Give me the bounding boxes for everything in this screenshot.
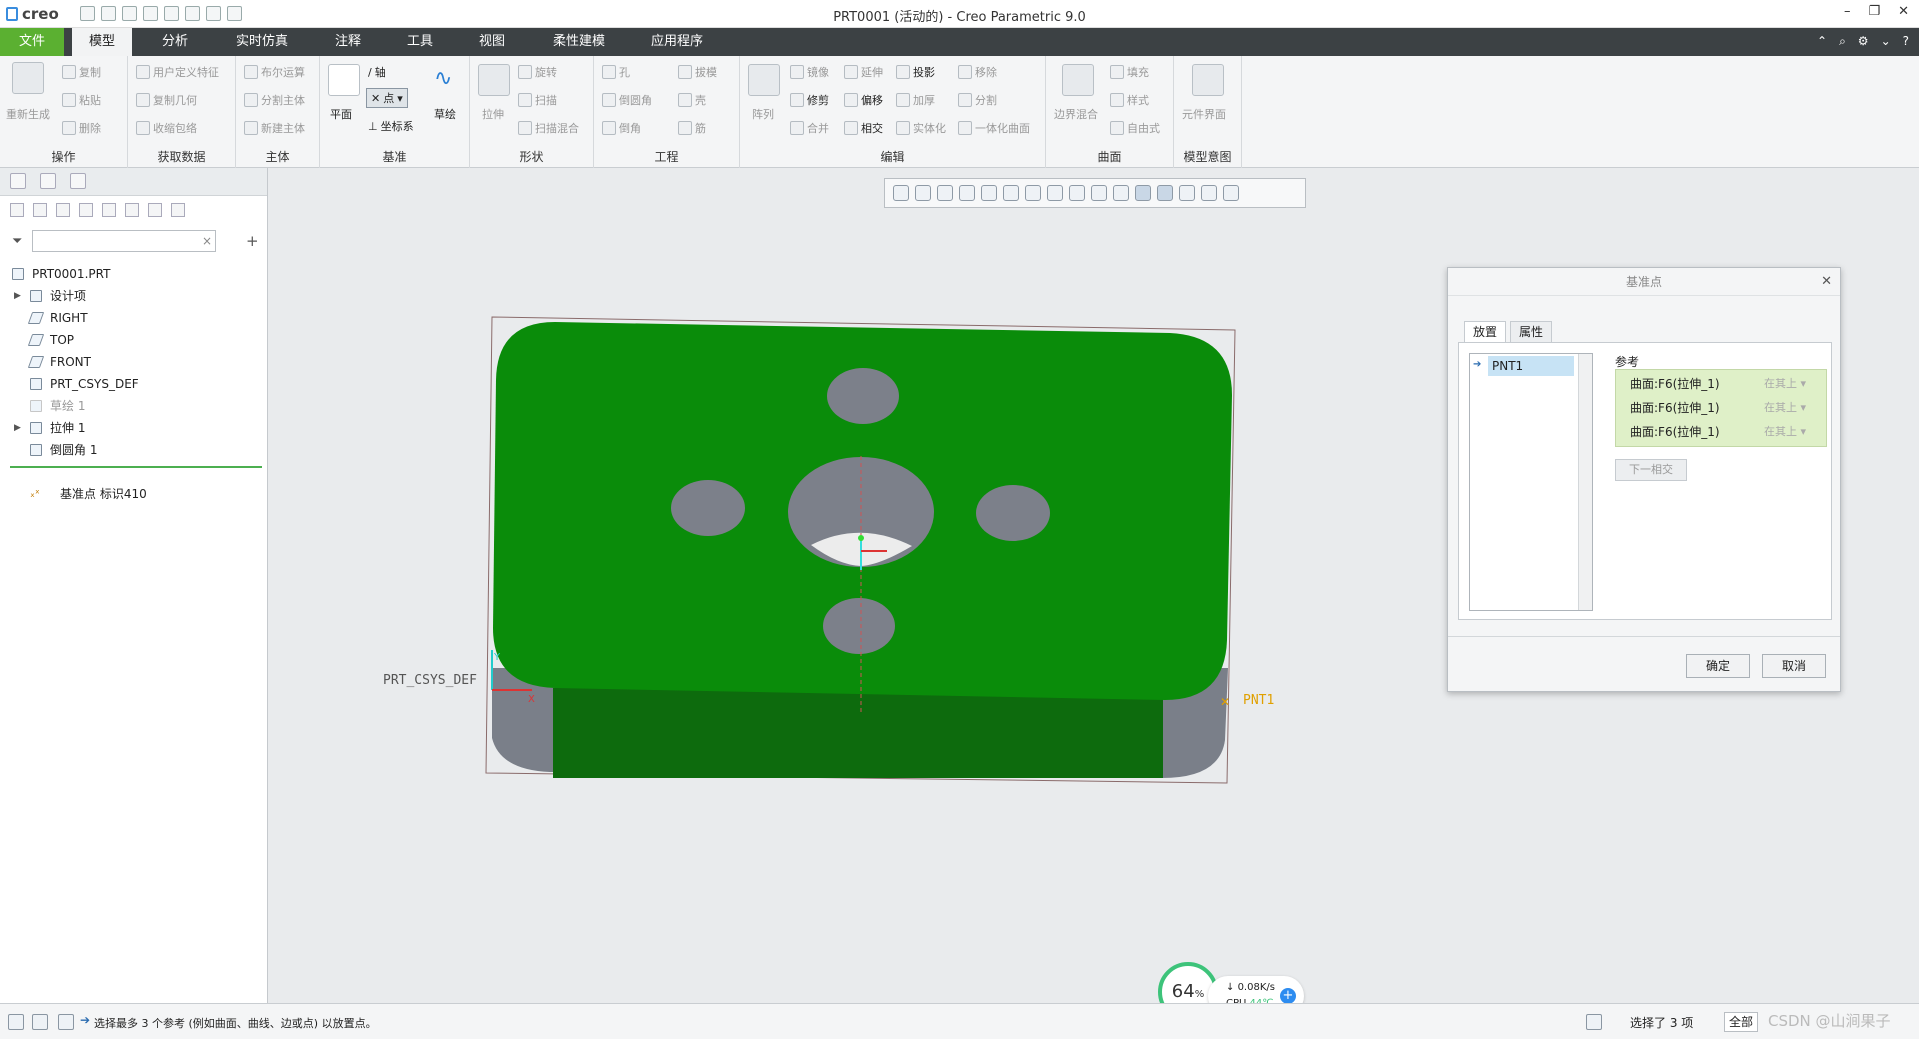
plus-icon[interactable]: + — [1280, 988, 1296, 1004]
watermark: CSDN @山涧果子 — [1768, 1012, 1891, 1030]
part-front-face — [553, 688, 1163, 778]
close-icon[interactable]: ✕ — [1821, 274, 1832, 289]
datum-point-marker: ✕ — [1220, 695, 1230, 709]
status-message: 选择最多 3 个参考 (例如曲面、曲线、边或点) 以放置点。 — [94, 1017, 377, 1030]
scrollbar[interactable] — [1578, 354, 1592, 610]
ok-button[interactable]: 确定 — [1686, 654, 1750, 678]
reference-row[interactable]: 曲面:F6(拉伸_1) 在其上 ▾ — [1630, 374, 1820, 394]
hole-left — [671, 480, 745, 536]
status-bar: ➔ 选择最多 3 个参考 (例如曲面、曲线、边或点) 以放置点。 选择了 3 项… — [0, 1003, 1919, 1039]
references-collector[interactable]: 曲面:F6(拉伸_1) 在其上 ▾ 曲面:F6(拉伸_1) 在其上 ▾ 曲面:F6(… — [1615, 369, 1827, 447]
references-label: 参考 — [1615, 355, 1640, 369]
point-collector[interactable]: ➔ PNT1 — [1469, 353, 1593, 611]
fullscreen-icon[interactable] — [58, 1014, 74, 1030]
selection-filter-dropdown[interactable]: 全部 — [1724, 1012, 1759, 1032]
csys-label: PRT_CSYS_DEF — [383, 673, 477, 688]
constraint-dropdown[interactable]: 在其上 ▾ — [1764, 398, 1806, 418]
placement-panel: ➔ PNT1 参考 曲面:F6(拉伸_1) 在其上 ▾ 曲面:F6(拉伸_1) 在其… — [1458, 342, 1832, 620]
binoculars-icon[interactable] — [1586, 1014, 1602, 1030]
point-handle — [858, 535, 864, 541]
dialog-title: 基准点 — [1448, 268, 1840, 296]
show-navigator-icon[interactable] — [8, 1014, 24, 1030]
show-browser-icon[interactable] — [32, 1014, 48, 1030]
datum-point-dialog: 基准点 ✕ 放置 属性 ➔ PNT1 参考 曲面:F6(拉伸_1) 在其上 ▾ 曲… — [1447, 267, 1841, 692]
reference-row[interactable]: 曲面:F6(拉伸_1) 在其上 ▾ — [1630, 398, 1820, 418]
tab-placement[interactable]: 放置 — [1464, 321, 1507, 343]
reference-row[interactable]: 曲面:F6(拉伸_1) 在其上 ▾ — [1630, 422, 1820, 442]
arrow-right-icon: ➔ — [80, 1013, 91, 1027]
constraint-dropdown[interactable]: 在其上 ▾ — [1764, 374, 1806, 394]
selected-count[interactable]: 选择了 3 项 — [1630, 1014, 1693, 1031]
collector-item-pnt1[interactable]: PNT1 — [1488, 356, 1574, 376]
csys-x-label: X — [528, 694, 535, 705]
net-speed: ↓ 0.08K/s — [1226, 982, 1275, 993]
next-intersection-button[interactable]: 下一相交 — [1615, 459, 1687, 481]
dialog-divider — [1448, 636, 1840, 637]
arrow-down-icon: ↓ — [1226, 982, 1238, 993]
arrow-right-icon: ➔ — [1473, 359, 1482, 370]
hole-top — [827, 368, 899, 424]
hole-bottom — [823, 598, 895, 654]
tab-properties[interactable]: 属性 — [1510, 321, 1553, 343]
cancel-button[interactable]: 取消 — [1762, 654, 1826, 678]
hole-right — [976, 485, 1050, 541]
csys-y-label: Y — [493, 652, 501, 663]
point-label: PNT1 — [1243, 693, 1274, 708]
constraint-dropdown[interactable]: 在其上 ▾ — [1764, 422, 1806, 442]
